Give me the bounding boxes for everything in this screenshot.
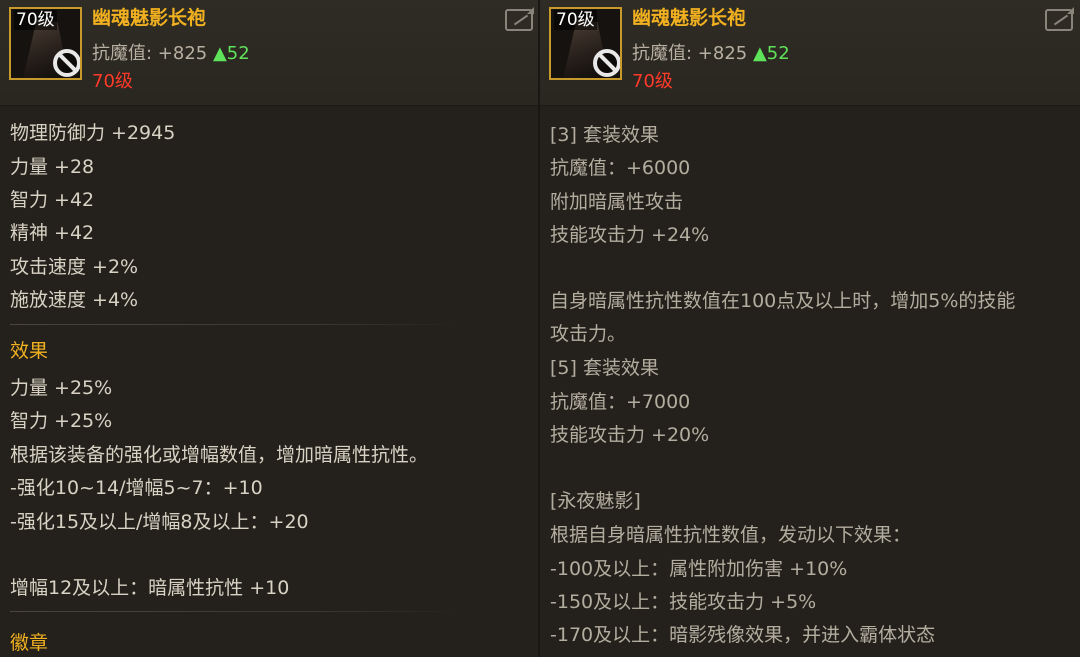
skill-line: -100及以上：属性附加伤害 +10%	[550, 558, 848, 580]
item-level-tag: 70级	[554, 10, 597, 30]
stat-line: 物理防御力 +2945	[10, 122, 176, 144]
set-effect-line: 抗魔值：+6000	[550, 157, 691, 179]
item-icon[interactable]: 70级	[9, 7, 82, 80]
effect-line: 增幅12及以上：暗属性抗性 +10	[10, 577, 290, 599]
item-tooltip-left: 70级 幽魂魅影长袍 抗魔值: +825 ▲52 70级 物理防御力 +2945…	[0, 0, 538, 657]
resist-increase: ▲52	[212, 43, 250, 64]
item-tooltip-right: 70级 幽魂魅影长袍 抗魔值: +825 ▲52 70级 [3] 套装效果 抗魔…	[540, 0, 1080, 657]
required-level: 70级	[632, 71, 673, 92]
set-effect-line: 攻击力。	[550, 323, 627, 345]
forbidden-icon	[53, 49, 80, 77]
set-effect-line: 技能攻击力 +24%	[550, 224, 710, 246]
required-level: 70级	[92, 71, 133, 92]
skill-title: [永夜魅影]	[550, 490, 641, 512]
share-icon[interactable]	[1045, 7, 1074, 31]
resist-value: 抗魔值: +825 ▲52	[632, 41, 790, 67]
set-effect-title: [5] 套装效果	[550, 357, 659, 379]
item-level-tag: 70级	[14, 10, 57, 30]
item-name: 幽魂魅影长袍	[92, 7, 207, 29]
effect-line: 根据该装备的强化或增幅数值，增加暗属性抗性。	[10, 444, 429, 466]
item-icon[interactable]: 70级	[549, 7, 622, 80]
effect-line: 力量 +25%	[10, 377, 113, 399]
share-icon[interactable]	[505, 7, 534, 31]
resist-label: 抗魔值: +825	[632, 43, 748, 64]
divider	[10, 611, 460, 612]
set-effect-line: 技能攻击力 +20%	[550, 424, 710, 446]
stat-line: 力量 +28	[10, 156, 95, 178]
skill-line: -150及以上：技能攻击力 +5%	[550, 591, 817, 613]
effect-line: -强化10~14/增幅5~7：+10	[10, 477, 263, 499]
stat-line: 智力 +42	[10, 189, 95, 211]
effect-line: 智力 +25%	[10, 410, 113, 432]
stat-line: 攻击速度 +2%	[10, 256, 139, 278]
forbidden-icon	[593, 49, 620, 77]
badge-title: 徽章	[10, 632, 49, 654]
divider	[10, 324, 460, 325]
resist-label: 抗魔值: +825	[92, 43, 208, 64]
stat-line: 施放速度 +4%	[10, 289, 139, 311]
resist-value: 抗魔值: +825 ▲52	[92, 41, 250, 67]
set-effect-line: 附加暗属性攻击	[550, 191, 684, 213]
set-effect-title: [3] 套装效果	[550, 124, 659, 146]
effect-line: -强化15及以上/增幅8及以上：+20	[10, 511, 309, 533]
skill-line: 根据自身暗属性抗性数值，发动以下效果：	[550, 524, 912, 546]
effect-title: 效果	[10, 340, 49, 362]
resist-increase: ▲52	[752, 43, 790, 64]
set-effect-line: 抗魔值：+7000	[550, 391, 691, 413]
tooltip-header: 70级 幽魂魅影长袍 抗魔值: +825 ▲52 70级	[0, 0, 538, 106]
item-name: 幽魂魅影长袍	[632, 7, 747, 29]
tooltip-header: 70级 幽魂魅影长袍 抗魔值: +825 ▲52 70级	[540, 0, 1080, 106]
stat-line: 精神 +42	[10, 222, 95, 244]
set-effect-line: 自身暗属性抗性数值在100点及以上时，增加5%的技能	[550, 290, 1016, 312]
skill-line: -170及以上：暗影残像效果，并进入霸体状态	[550, 624, 936, 646]
